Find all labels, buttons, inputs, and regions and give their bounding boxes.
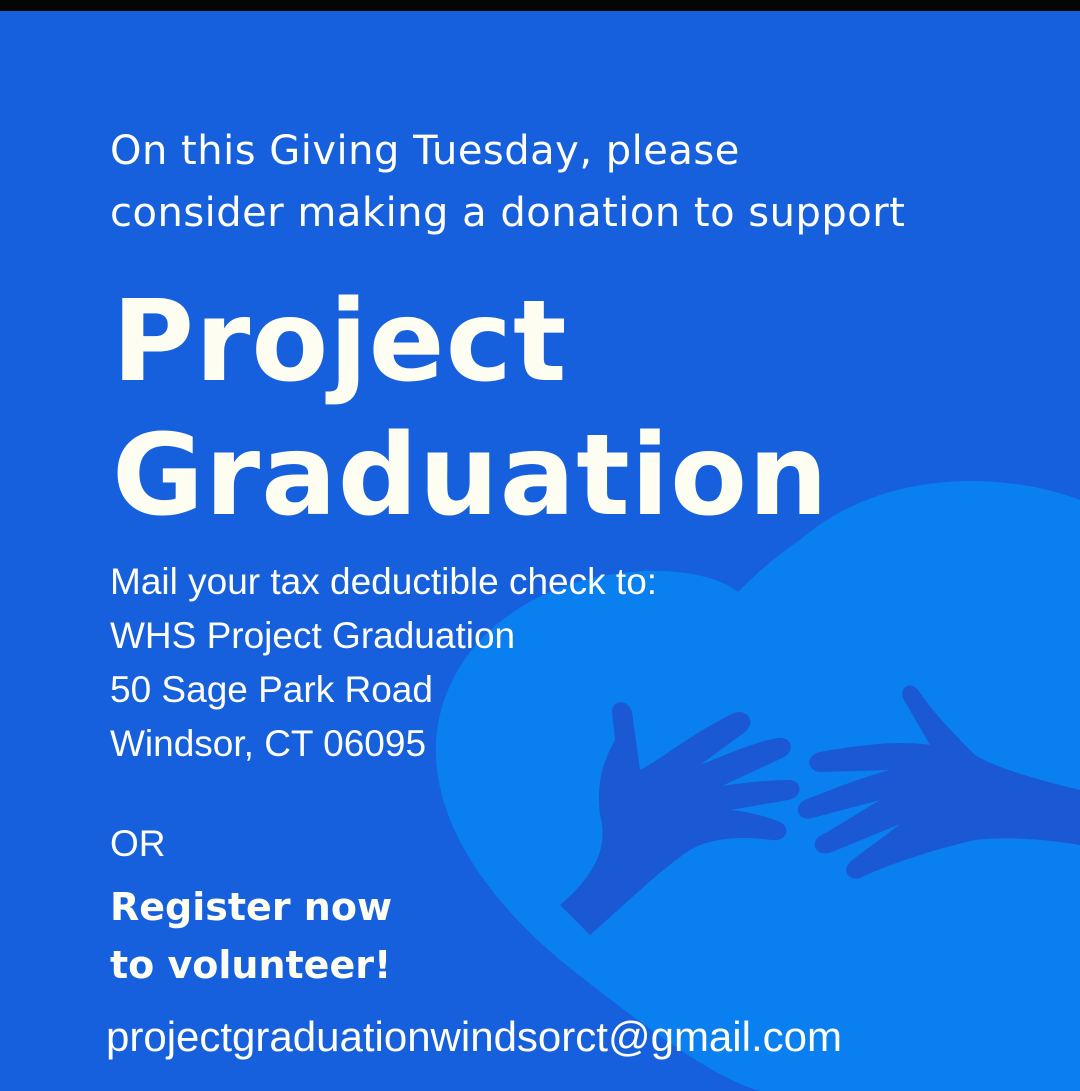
contact-email: projectgraduationwindsorct@gmail.com (106, 1013, 842, 1060)
or-label: OR (110, 823, 166, 864)
address-street: 50 Sage Park Road (110, 669, 433, 710)
title-line-1: Project (112, 277, 568, 407)
address-city: Windsor, CT 06095 (110, 723, 427, 764)
giving-tuesday-flyer: On this Giving Tuesday, please consider … (0, 0, 1080, 1091)
title-line-2: Graduation (112, 411, 829, 541)
intro-line-2: consider making a donation to support (110, 190, 906, 236)
page-title: Project Graduation (112, 275, 829, 543)
mailing-address: Mail your tax deductible check to: WHS P… (110, 555, 657, 771)
mail-instruction: Mail your tax deductible check to: (110, 561, 658, 602)
volunteer-call: Register now to volunteer! (110, 878, 392, 994)
intro-line-1: On this Giving Tuesday, please (110, 128, 740, 174)
register-line-1: Register now (110, 885, 393, 929)
intro-text: On this Giving Tuesday, please consider … (110, 120, 1060, 244)
address-recipient: WHS Project Graduation (110, 615, 516, 656)
register-line-2: to volunteer! (110, 943, 392, 987)
